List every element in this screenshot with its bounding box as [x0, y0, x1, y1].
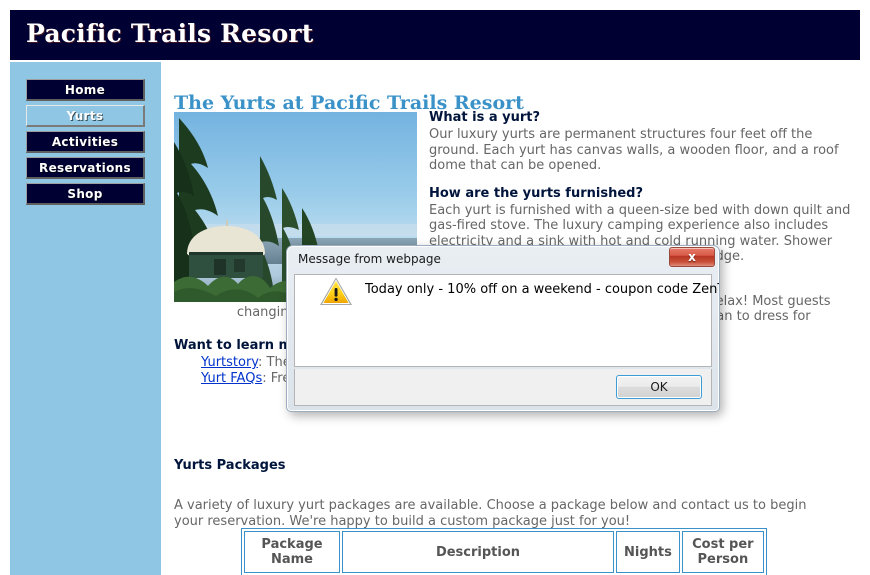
main-navigation: Home Yurts Activities Reservations Shop [26, 79, 145, 209]
table-header-row: Package Name Description Nights Cost per… [244, 531, 764, 573]
link-yurtstory[interactable]: Yurtstory [201, 355, 258, 370]
close-icon-glyph: x [688, 250, 696, 264]
header-line: Cost per [692, 537, 754, 552]
message-dialog: Message from webpage x Today only - 10% … [286, 245, 720, 412]
packages-table: Package Name Description Nights Cost per… [241, 528, 767, 575]
packages-intro: A variety of luxury yurt packages are av… [174, 498, 807, 529]
packages-table-wrapper: Package Name Description Nights Cost per… [241, 528, 861, 575]
browser-page: Pacific Trails Resort Home Yurts Activit… [0, 0, 870, 575]
sidebar: Home Yurts Activities Reservations Shop [10, 62, 161, 575]
link-yurt-faqs[interactable]: Yurt FAQs [201, 371, 262, 386]
packages-heading: Yurts Packages [174, 458, 286, 473]
column-header-package-name: Package Name [244, 531, 340, 573]
nav-item-reservations[interactable]: Reservations [26, 157, 145, 179]
section-heading-what-is-a-yurt: What is a yurt? [429, 110, 541, 125]
nav-item-activities[interactable]: Activities [26, 131, 145, 153]
nav-item-yurts[interactable]: Yurts [26, 105, 145, 127]
section-body-what-is-a-yurt: Our luxury yurts are permanent structure… [429, 127, 839, 173]
ok-button[interactable]: OK [616, 375, 702, 399]
nav-item-shop[interactable]: Shop [26, 183, 145, 205]
column-header-description: Description [342, 531, 614, 573]
header-line: Name [270, 552, 313, 567]
header-line: Person [697, 552, 749, 567]
nav-item-home[interactable]: Home [26, 79, 145, 101]
header-line: Package [261, 537, 323, 552]
warning-triangle-icon [319, 276, 353, 307]
close-icon[interactable]: x [669, 247, 715, 267]
dialog-message: Today only - 10% off on a weekend - coup… [365, 282, 720, 297]
column-header-cost-per-person: Cost per Person [681, 531, 764, 573]
dialog-title: Message from webpage [298, 252, 441, 266]
site-header: Pacific Trails Resort [10, 10, 860, 60]
dialog-footer: OK [294, 369, 712, 406]
section-heading-how-furnished: How are the yurts furnished? [429, 185, 643, 201]
site-title: Pacific Trails Resort [26, 19, 314, 48]
column-header-nights: Nights [616, 531, 680, 573]
dialog-title-bar[interactable]: Message from webpage x [287, 246, 719, 274]
